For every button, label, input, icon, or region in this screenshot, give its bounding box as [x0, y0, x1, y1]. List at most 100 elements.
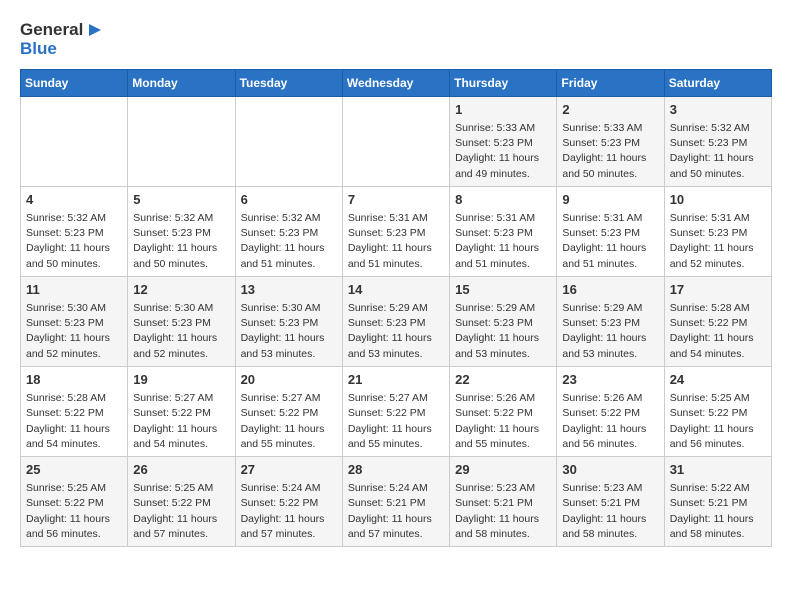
day-number: 25	[26, 461, 122, 479]
day-cell-25: 25 Sunrise: 5:25 AM Sunset: 5:22 PM Dayli…	[21, 456, 128, 546]
header-sunday: Sunday	[21, 69, 128, 96]
day-number: 7	[348, 191, 444, 209]
empty-cell	[235, 96, 342, 186]
day-number: 21	[348, 371, 444, 389]
day-cell-7: 7 Sunrise: 5:31 AM Sunset: 5:23 PM Daylig…	[342, 186, 449, 276]
day-cell-13: 13Sunrise: 5:30 AM Sunset: 5:23 PM Dayli…	[235, 276, 342, 366]
day-info: Sunrise: 5:23 AM Sunset: 5:21 PM Dayligh…	[562, 481, 658, 542]
day-number: 12	[133, 281, 229, 299]
week-row-3: 11 Sunrise: 5:30 AM Sunset: 5:23 PM Dayli…	[21, 276, 772, 366]
day-info: Sunrise: 5:28 AM Sunset: 5:22 PM Dayligh…	[26, 391, 122, 452]
day-cell-26: 26Sunrise: 5:25 AM Sunset: 5:22 PM Dayli…	[128, 456, 235, 546]
day-cell-21: 21 Sunrise: 5:27 AM Sunset: 5:22 PM Dayli…	[342, 366, 449, 456]
day-info: Sunrise: 5:32 AM Sunset: 5:23 PM Dayligh…	[241, 211, 337, 272]
day-cell-9: 9 Sunrise: 5:31 AM Sunset: 5:23 PM Daylig…	[557, 186, 664, 276]
calendar-header-row: SundayMondayTuesdayWednesdayThursdayFrid…	[21, 69, 772, 96]
day-info: Sunrise: 5:29 AM Sunset: 5:23 PM Dayligh…	[562, 301, 658, 362]
empty-cell	[342, 96, 449, 186]
day-info: Sunrise: 5:31 AM Sunset: 5:23 PM Dayligh…	[348, 211, 444, 272]
calendar-table: SundayMondayTuesdayWednesdayThursdayFrid…	[20, 69, 772, 547]
day-number: 11	[26, 281, 122, 299]
empty-cell	[128, 96, 235, 186]
day-number: 30	[562, 461, 658, 479]
day-cell-5: 5 Sunrise: 5:32 AM Sunset: 5:23 PM Daylig…	[128, 186, 235, 276]
day-number: 26	[133, 461, 229, 479]
day-cell-6: 6Sunrise: 5:32 AM Sunset: 5:23 PM Daylig…	[235, 186, 342, 276]
header-tuesday: Tuesday	[235, 69, 342, 96]
day-cell-1: 1 Sunrise: 5:33 AM Sunset: 5:23 PM Daylig…	[450, 96, 557, 186]
day-number: 15	[455, 281, 551, 299]
day-number: 3	[670, 101, 766, 119]
header-thursday: Thursday	[450, 69, 557, 96]
day-cell-27: 27 Sunrise: 5:24 AM Sunset: 5:22 PM Dayli…	[235, 456, 342, 546]
day-cell-10: 10 Sunrise: 5:31 AM Sunset: 5:23 PM Dayli…	[664, 186, 771, 276]
day-info: Sunrise: 5:26 AM Sunset: 5:22 PM Dayligh…	[562, 391, 658, 452]
day-info: Sunrise: 5:27 AM Sunset: 5:22 PM Dayligh…	[348, 391, 444, 452]
day-info: Sunrise: 5:23 AM Sunset: 5:21 PM Dayligh…	[455, 481, 551, 542]
day-info: Sunrise: 5:27 AM Sunset: 5:22 PM Dayligh…	[133, 391, 229, 452]
day-info: Sunrise: 5:31 AM Sunset: 5:23 PM Dayligh…	[670, 211, 766, 272]
day-info: Sunrise: 5:24 AM Sunset: 5:22 PM Dayligh…	[241, 481, 337, 542]
day-info: Sunrise: 5:25 AM Sunset: 5:22 PM Dayligh…	[26, 481, 122, 542]
day-number: 8	[455, 191, 551, 209]
page-header: General Blue	[20, 20, 772, 59]
day-info: Sunrise: 5:32 AM Sunset: 5:23 PM Dayligh…	[26, 211, 122, 272]
day-number: 27	[241, 461, 337, 479]
logo: General Blue	[20, 20, 105, 59]
day-number: 9	[562, 191, 658, 209]
day-number: 17	[670, 281, 766, 299]
header-friday: Friday	[557, 69, 664, 96]
logo-general: General	[20, 21, 83, 40]
day-number: 16	[562, 281, 658, 299]
day-cell-24: 24Sunrise: 5:25 AM Sunset: 5:22 PM Dayli…	[664, 366, 771, 456]
empty-cell	[21, 96, 128, 186]
day-number: 18	[26, 371, 122, 389]
day-cell-30: 30 Sunrise: 5:23 AM Sunset: 5:21 PM Dayli…	[557, 456, 664, 546]
day-info: Sunrise: 5:30 AM Sunset: 5:23 PM Dayligh…	[241, 301, 337, 362]
day-cell-15: 15 Sunrise: 5:29 AM Sunset: 5:23 PM Dayli…	[450, 276, 557, 366]
day-number: 1	[455, 101, 551, 119]
day-info: Sunrise: 5:26 AM Sunset: 5:22 PM Dayligh…	[455, 391, 551, 452]
week-row-5: 25 Sunrise: 5:25 AM Sunset: 5:22 PM Dayli…	[21, 456, 772, 546]
day-cell-22: 22 Sunrise: 5:26 AM Sunset: 5:22 PM Dayli…	[450, 366, 557, 456]
day-cell-20: 20Sunrise: 5:27 AM Sunset: 5:22 PM Dayli…	[235, 366, 342, 456]
day-cell-11: 11 Sunrise: 5:30 AM Sunset: 5:23 PM Dayli…	[21, 276, 128, 366]
day-number: 20	[241, 371, 337, 389]
day-cell-29: 29 Sunrise: 5:23 AM Sunset: 5:21 PM Dayli…	[450, 456, 557, 546]
day-number: 14	[348, 281, 444, 299]
day-number: 10	[670, 191, 766, 209]
day-number: 31	[670, 461, 766, 479]
day-info: Sunrise: 5:32 AM Sunset: 5:23 PM Dayligh…	[133, 211, 229, 272]
day-cell-31: 31 Sunrise: 5:22 AM Sunset: 5:21 PM Dayli…	[664, 456, 771, 546]
day-number: 5	[133, 191, 229, 209]
day-info: Sunrise: 5:30 AM Sunset: 5:23 PM Dayligh…	[26, 301, 122, 362]
day-number: 19	[133, 371, 229, 389]
day-info: Sunrise: 5:29 AM Sunset: 5:23 PM Dayligh…	[455, 301, 551, 362]
day-cell-14: 14Sunrise: 5:29 AM Sunset: 5:23 PM Dayli…	[342, 276, 449, 366]
logo-arrow-icon	[85, 20, 105, 40]
day-cell-8: 8Sunrise: 5:31 AM Sunset: 5:23 PM Daylig…	[450, 186, 557, 276]
week-row-1: 1 Sunrise: 5:33 AM Sunset: 5:23 PM Daylig…	[21, 96, 772, 186]
week-row-4: 18 Sunrise: 5:28 AM Sunset: 5:22 PM Dayli…	[21, 366, 772, 456]
day-info: Sunrise: 5:22 AM Sunset: 5:21 PM Dayligh…	[670, 481, 766, 542]
day-number: 4	[26, 191, 122, 209]
day-cell-12: 12 Sunrise: 5:30 AM Sunset: 5:23 PM Dayli…	[128, 276, 235, 366]
day-info: Sunrise: 5:30 AM Sunset: 5:23 PM Dayligh…	[133, 301, 229, 362]
header-wednesday: Wednesday	[342, 69, 449, 96]
day-cell-4: 4 Sunrise: 5:32 AM Sunset: 5:23 PM Daylig…	[21, 186, 128, 276]
day-info: Sunrise: 5:31 AM Sunset: 5:23 PM Dayligh…	[562, 211, 658, 272]
day-cell-17: 17Sunrise: 5:28 AM Sunset: 5:22 PM Dayli…	[664, 276, 771, 366]
header-saturday: Saturday	[664, 69, 771, 96]
logo-blue: Blue	[20, 40, 57, 59]
week-row-2: 4 Sunrise: 5:32 AM Sunset: 5:23 PM Daylig…	[21, 186, 772, 276]
day-info: Sunrise: 5:33 AM Sunset: 5:23 PM Dayligh…	[455, 121, 551, 182]
day-cell-3: 3Sunrise: 5:32 AM Sunset: 5:23 PM Daylig…	[664, 96, 771, 186]
day-info: Sunrise: 5:33 AM Sunset: 5:23 PM Dayligh…	[562, 121, 658, 182]
day-cell-16: 16 Sunrise: 5:29 AM Sunset: 5:23 PM Dayli…	[557, 276, 664, 366]
day-number: 2	[562, 101, 658, 119]
day-number: 22	[455, 371, 551, 389]
logo-text: General Blue	[20, 20, 105, 59]
day-number: 29	[455, 461, 551, 479]
day-number: 28	[348, 461, 444, 479]
day-info: Sunrise: 5:24 AM Sunset: 5:21 PM Dayligh…	[348, 481, 444, 542]
